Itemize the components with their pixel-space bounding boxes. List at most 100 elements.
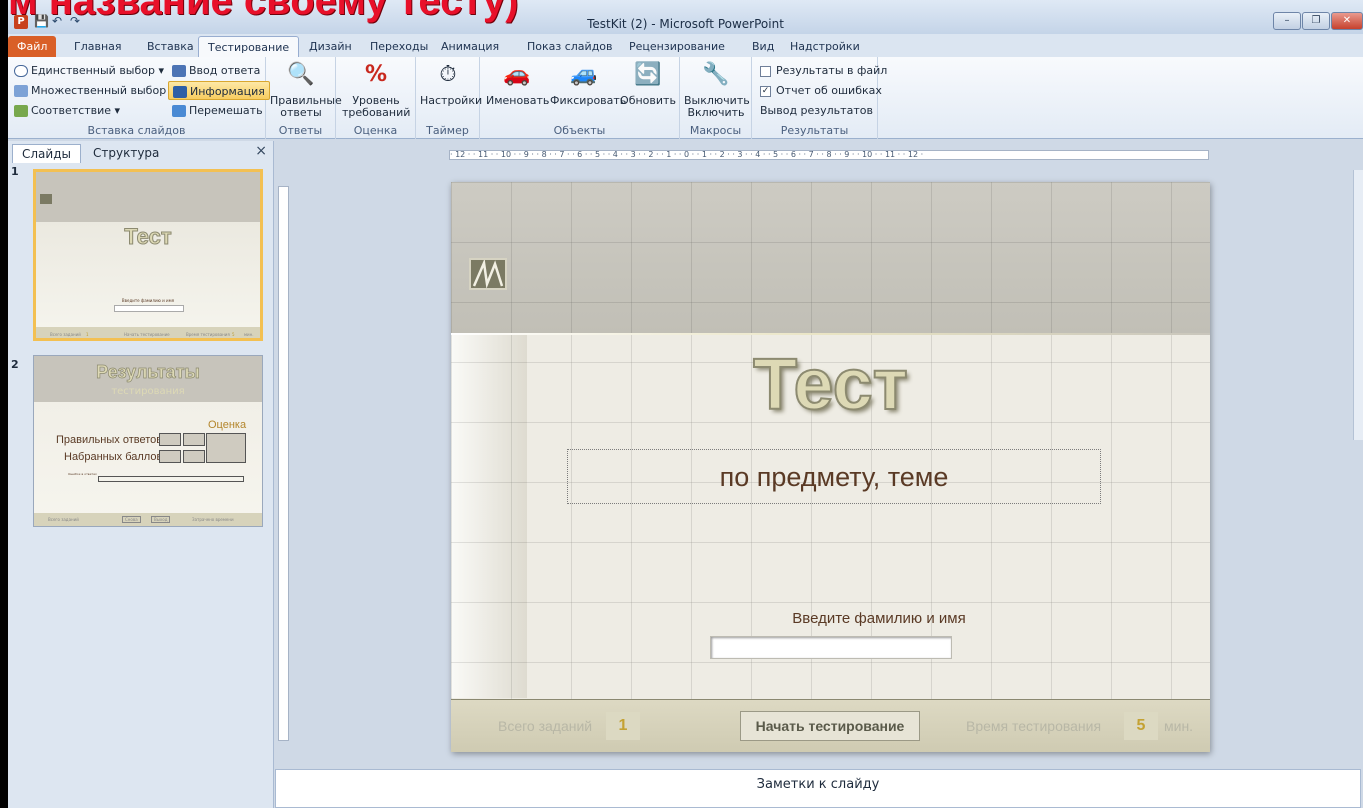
slide-title[interactable]: Тест bbox=[451, 344, 1210, 426]
notes-area[interactable]: Заметки к слайду bbox=[275, 769, 1361, 808]
slide-thumbnail-1[interactable]: Тест Введите фамилию и имя Всего заданий… bbox=[33, 169, 263, 341]
test-time-value: 5 bbox=[1124, 712, 1158, 740]
group-label: Оценка bbox=[353, 124, 398, 137]
timer-settings-button[interactable]: ⏱ Настройки bbox=[420, 59, 482, 107]
vertical-ruler bbox=[278, 186, 289, 741]
group-label: Вставка слайдов bbox=[87, 124, 186, 137]
checkbox-icon bbox=[760, 65, 771, 77]
fix-button[interactable]: 🚙 Фиксировать bbox=[550, 59, 626, 107]
thumb-line bbox=[98, 476, 244, 482]
input-answer-button[interactable]: Ввод ответа bbox=[172, 61, 260, 80]
group-answers: 🔍 Правильные ответы Ответы bbox=[266, 57, 342, 139]
multiple-choice-button[interactable]: Множественный выбор ▾ bbox=[14, 81, 175, 100]
group-objects: 🚗 Именовать 🚙 Фиксировать 🔄 Обновить Объект… bbox=[480, 57, 680, 139]
car-pin-icon: 🚙 bbox=[570, 62, 598, 87]
thumb-title: Результаты bbox=[96, 362, 200, 383]
tab-animation[interactable]: Анимация bbox=[432, 36, 508, 57]
tab-insert[interactable]: Вставка bbox=[138, 36, 203, 57]
group-rating: % Уровень требований Оценка bbox=[336, 57, 416, 139]
thumb-points-label: Набранных баллов bbox=[64, 451, 163, 463]
shuffle-button[interactable]: Перемешать bbox=[172, 101, 263, 120]
results-output-button[interactable]: Вывод результатов bbox=[760, 101, 873, 120]
thumb-box bbox=[159, 450, 181, 463]
requirements-level-button[interactable]: % Уровень требований bbox=[342, 59, 410, 119]
slide-subtitle[interactable]: по предмету, теме bbox=[567, 449, 1101, 504]
thumb-input bbox=[114, 305, 184, 312]
magnifier-icon: 🔍 bbox=[287, 62, 315, 87]
group-label: Макросы bbox=[689, 124, 742, 137]
group-insert-slides: Единственный выбор ▾ Множественный выбор… bbox=[8, 57, 270, 139]
error-report-checkbox[interactable]: ✓ Отчет об ошибках bbox=[760, 81, 882, 100]
name-input[interactable] bbox=[710, 636, 952, 659]
thumb-subtitle: тестирования bbox=[111, 386, 185, 397]
start-test-button[interactable]: Начать тестирование bbox=[740, 711, 920, 741]
group-label: Объекты bbox=[553, 124, 606, 137]
slide-thumbnail-2[interactable]: Результаты тестирования Оценка Правильны… bbox=[33, 355, 263, 527]
group-timer: ⏱ Настройки Таймер bbox=[416, 57, 482, 139]
logo-icon bbox=[40, 194, 52, 204]
logo-graphic bbox=[472, 258, 504, 289]
thumb-note: Ошибок в ответах bbox=[68, 472, 97, 476]
correct-answers-button[interactable]: 🔍 Правильные ответы bbox=[270, 59, 342, 119]
slide-canvas[interactable]: Тест по предмету, теме Введите фамилию и… bbox=[451, 182, 1210, 752]
slide-number: 2 bbox=[11, 358, 19, 371]
update-button[interactable]: 🔄 Обновить bbox=[620, 59, 676, 107]
macros-toggle-button[interactable]: 🔧 Выключить Включить bbox=[684, 59, 750, 119]
thumb-box bbox=[183, 433, 205, 446]
tab-file[interactable]: Файл bbox=[8, 36, 57, 57]
tab-slideshow[interactable]: Показ слайдов bbox=[518, 36, 622, 57]
tab-testing[interactable]: Тестирование bbox=[198, 36, 300, 57]
close-pane-icon[interactable]: × bbox=[255, 143, 267, 159]
logo-icon bbox=[469, 258, 507, 290]
tab-structure[interactable]: Структура bbox=[84, 144, 168, 163]
radio-icon bbox=[14, 65, 28, 77]
tab-view[interactable]: Вид bbox=[743, 36, 783, 57]
thumb-title: Тест bbox=[124, 224, 172, 250]
slide-footer-bar: Всего заданий 1 Начать тестирование Врем… bbox=[451, 699, 1210, 752]
tab-slides[interactable]: Слайды bbox=[12, 144, 81, 163]
thumb-correct-label: Правильных ответов bbox=[56, 434, 163, 446]
stopwatch-icon: ⏱ bbox=[439, 62, 457, 87]
slide-divider bbox=[451, 333, 1210, 335]
text-field-icon bbox=[172, 65, 186, 77]
group-results: Результаты в файл ✓ Отчет об ошибках Выво… bbox=[752, 57, 887, 139]
thumb-box bbox=[183, 450, 205, 463]
test-time-label: Время тестирования bbox=[966, 718, 1102, 734]
thumb-box bbox=[159, 433, 181, 446]
ribbon: Единственный выбор ▾ Множественный выбор… bbox=[8, 57, 1363, 139]
results-to-file-checkbox[interactable]: Результаты в файл bbox=[760, 61, 887, 80]
car-tag-icon: 🚗 bbox=[503, 62, 531, 87]
tab-design[interactable]: Дизайн bbox=[300, 36, 361, 57]
name-label: Введите фамилию и имя bbox=[792, 610, 966, 627]
tab-addins[interactable]: Надстройки bbox=[781, 36, 869, 57]
tab-transitions[interactable]: Переходы bbox=[361, 36, 437, 57]
group-label: Результаты bbox=[780, 124, 849, 137]
thumb-rating-label: Оценка bbox=[208, 419, 247, 431]
total-tasks-value: 1 bbox=[606, 712, 640, 740]
minimize-button[interactable]: – bbox=[1273, 12, 1301, 30]
group-label: Таймер bbox=[426, 124, 469, 137]
slide-number: 1 bbox=[11, 165, 19, 178]
rename-button[interactable]: 🚗 Именовать bbox=[486, 59, 549, 107]
group-label: Ответы bbox=[278, 124, 323, 137]
tab-home[interactable]: Главная bbox=[65, 36, 131, 57]
powerpoint-window: P 💾 ↶ ↷ TestKit (2) - Microsoft PowerPoi… bbox=[8, 0, 1363, 808]
thumb-bar: Всего заданий Снова Выход Затрачено врем… bbox=[34, 513, 262, 526]
single-choice-button[interactable]: Единственный выбор ▾ bbox=[14, 61, 164, 80]
match-button[interactable]: Соответствие ▾ bbox=[14, 101, 120, 120]
maximize-button[interactable]: ❐ bbox=[1302, 12, 1330, 30]
tab-review[interactable]: Рецензирование bbox=[620, 36, 734, 57]
percent-icon: % bbox=[364, 62, 388, 87]
match-icon bbox=[14, 105, 28, 117]
vertical-scrollbar[interactable] bbox=[1353, 170, 1363, 440]
horizontal-ruler: · 12 · · 11 · · 10 · · 9 · · 8 · · 7 · ·… bbox=[449, 150, 1209, 160]
shuffle-icon bbox=[172, 105, 186, 117]
info-button[interactable]: Информация bbox=[168, 81, 270, 100]
test-time-unit: мин. bbox=[1164, 718, 1194, 734]
info-icon bbox=[173, 86, 187, 98]
ribbon-tabs: Файл Главная Вставка Тестирование Дизайн… bbox=[8, 34, 1363, 57]
group-macros: 🔧 Выключить Включить Макросы bbox=[680, 57, 752, 139]
close-button[interactable]: ✕ bbox=[1331, 12, 1363, 30]
overlay-caption: м название своему тесту) bbox=[8, 0, 519, 23]
macro-icon: 🔧 bbox=[702, 62, 730, 87]
